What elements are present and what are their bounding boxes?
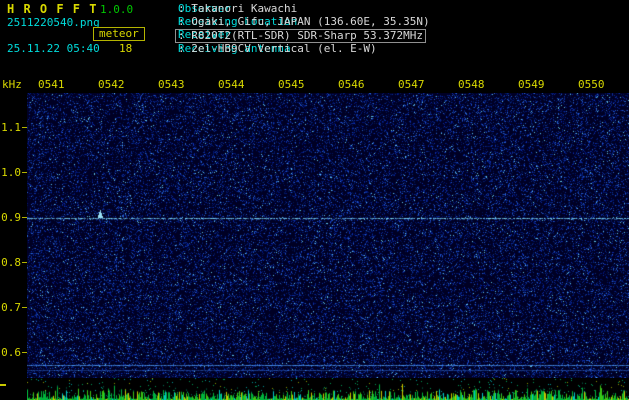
hrofft-window: H R O F F T 1.0.0 2511220540.png meteor …	[0, 0, 629, 400]
freq-label-0p7: 0.7	[1, 301, 21, 314]
freq-unit-label: kHz	[2, 78, 22, 91]
time-label-0546: 0546	[338, 78, 365, 91]
time-label-0542: 0542	[98, 78, 125, 91]
time-label-0544: 0544	[218, 78, 245, 91]
freq-label-1p0: 1.0	[1, 166, 21, 179]
freq-label-0p9: 0.9	[1, 211, 21, 224]
freq-label-0p8: 0.8	[1, 256, 21, 269]
freq-label-0p6: 0.6	[1, 346, 21, 359]
info-value-observer: : Takanori Kawachi	[178, 2, 298, 15]
mode-badge: meteor	[93, 27, 145, 41]
freq-label-1p1: 1.1	[1, 121, 21, 134]
spectrogram-canvas	[27, 93, 629, 378]
time-label-0547: 0547	[398, 78, 425, 91]
info-value-receiver: : R820T2(RTL-SDR) SDR-Sharp 53.372MHz	[175, 29, 427, 43]
time-label-0548: 0548	[458, 78, 485, 91]
time-label-0545: 0545	[278, 78, 305, 91]
echo-count: 18	[119, 42, 133, 55]
capture-datetime: 25.11.22 05:40	[7, 42, 100, 55]
app-title: H R O F F T	[7, 2, 98, 16]
app-version: 1.0.0	[100, 3, 134, 16]
capture-filename: 2511220540.png	[7, 16, 100, 29]
time-label-0550: 0550	[578, 78, 605, 91]
info-value-location: : Ogaki, Gifu, JAPAN (136.60E, 35.35N)	[178, 15, 430, 28]
info-value-antenna: : 2el-HB9CV Vertical (el. E-W)	[178, 42, 377, 55]
signal-meter-canvas	[27, 378, 629, 400]
time-label-0541: 0541	[38, 78, 65, 91]
time-label-0549: 0549	[518, 78, 545, 91]
time-label-0543: 0543	[158, 78, 185, 91]
meter-scale-tick	[0, 384, 6, 386]
